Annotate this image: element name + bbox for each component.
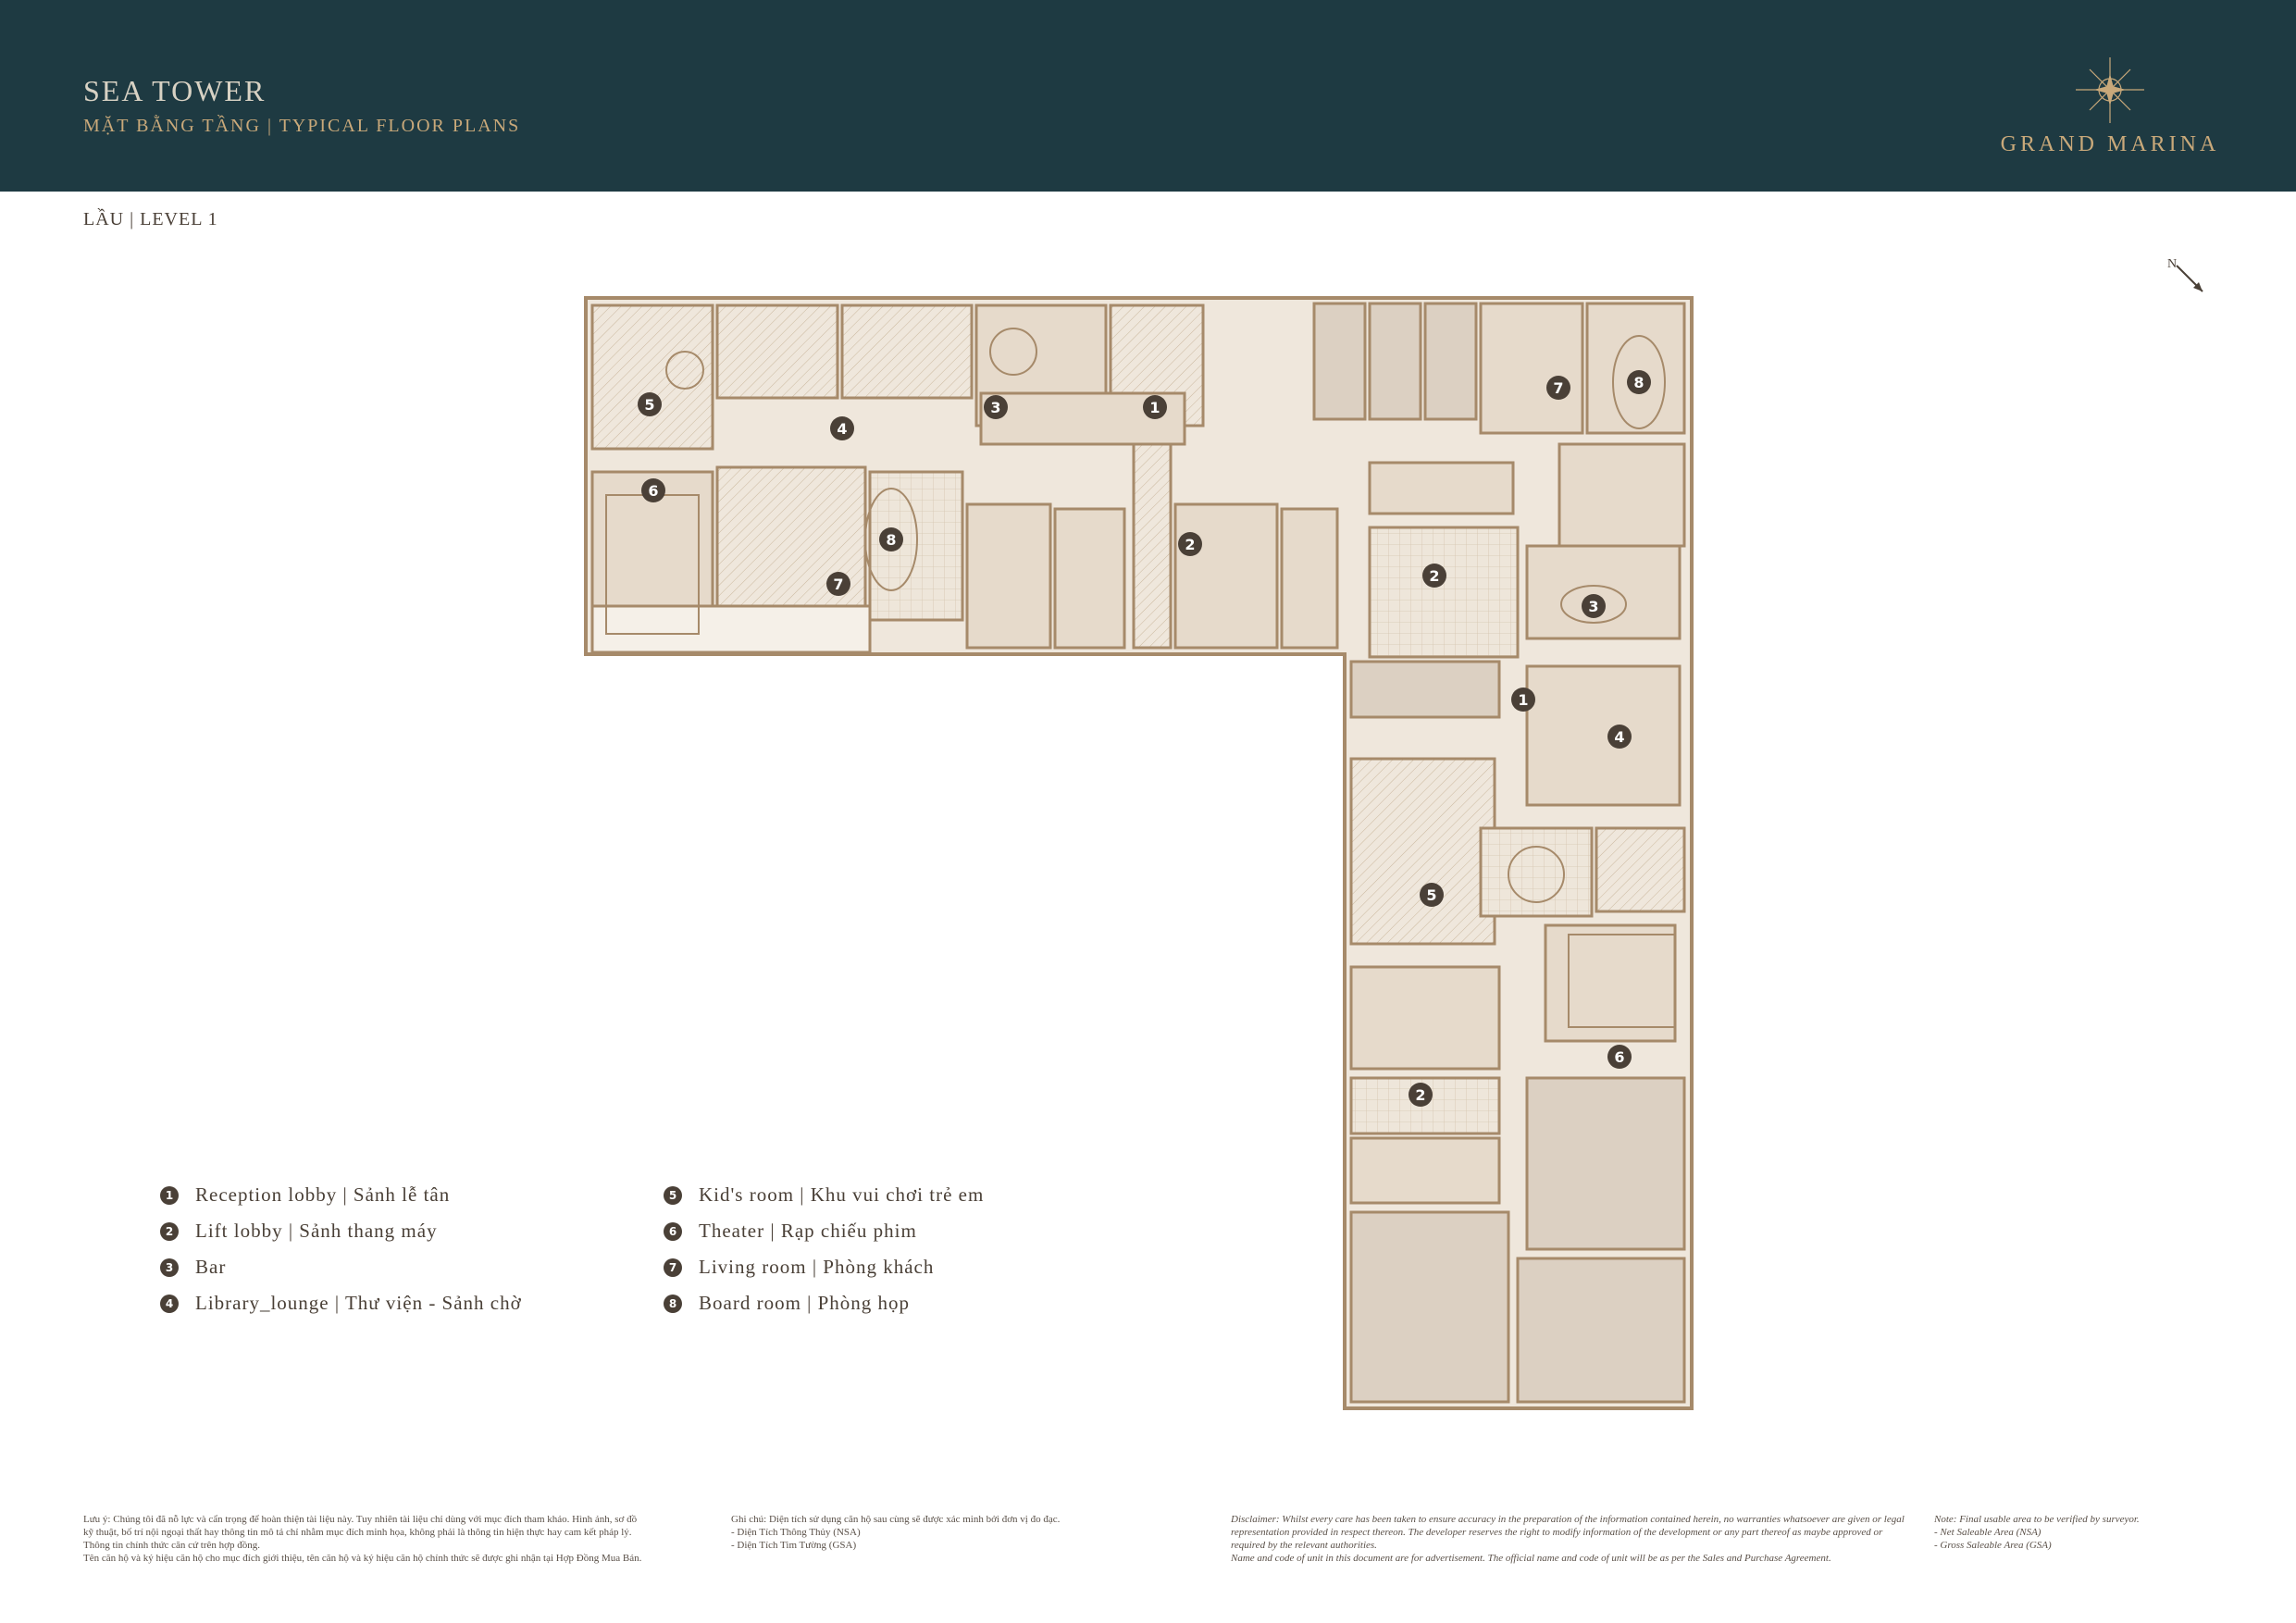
en-area-note: Note: Final usable area to be verified b… (1934, 1513, 2140, 1552)
note-line: Name and code of unit in this document a… (1231, 1553, 1831, 1564)
legend-label: Kid's room | Khu vui chơi trẻ em (699, 1183, 985, 1206)
svg-text:2: 2 (1415, 1086, 1425, 1104)
marker-5-top: 5 (638, 392, 662, 416)
marker-2-bottom: 2 (1409, 1083, 1433, 1107)
page-title: SEA TOWER (83, 74, 267, 107)
svg-text:1: 1 (1149, 399, 1160, 416)
svg-text:7: 7 (1553, 379, 1563, 397)
note-line: Ghi chú: Diện tích sử dụng căn hộ sau cù… (731, 1514, 1061, 1525)
marker-8-top: 8 (879, 527, 903, 551)
svg-text:2: 2 (1429, 567, 1439, 585)
compass-logo-icon (2076, 57, 2144, 123)
svg-text:3: 3 (990, 399, 1000, 416)
legend-number: 6 (664, 1221, 682, 1241)
note-line: - Gross Saleable Area (GSA) (1934, 1540, 2052, 1551)
legend-number: 5 (664, 1185, 682, 1205)
legend-item: 6 Theater | Rạp chiếu phim (664, 1213, 984, 1249)
note-line: - Net Saleable Area (NSA) (1934, 1527, 2042, 1538)
note-line: Note: Final usable area to be verified b… (1934, 1514, 2140, 1525)
page-subtitle: MẶT BẰNG TẦNG | TYPICAL FLOOR PLANS (83, 116, 521, 136)
svg-text:1: 1 (1518, 691, 1528, 709)
level-label: LẦU | LEVEL 1 (83, 209, 218, 229)
legend-label: Living room | Phòng khách (699, 1256, 935, 1278)
note-line: representation provided in respect there… (1231, 1527, 1883, 1538)
legend-number: 3 (160, 1258, 179, 1277)
legend-item: 7 Living room | Phòng khách (664, 1249, 984, 1285)
svg-text:6: 6 (648, 482, 658, 500)
svg-text:2: 2 (1185, 536, 1195, 553)
marker-1-right: 1 (1511, 688, 1535, 712)
marker-1-top: 1 (1143, 395, 1167, 419)
vn-area-note: Ghi chú: Diện tích sử dụng căn hộ sau cù… (731, 1513, 1060, 1552)
note-line: - Diện Tích Thông Thủy (NSA) (731, 1527, 861, 1538)
vn-disclaimer-note: Lưu ý: Chúng tôi đã nỗ lực và cẩn trọng … (83, 1513, 641, 1565)
svg-text:4: 4 (1614, 728, 1624, 746)
legend-item: 5 Kid's room | Khu vui chơi trẻ em (664, 1177, 984, 1213)
svg-text:5: 5 (644, 396, 654, 414)
marker-5-right: 5 (1420, 883, 1444, 907)
marker-8-right: 8 (1627, 370, 1651, 394)
legend-label: Library_lounge | Thư viện - Sảnh chờ (195, 1292, 522, 1314)
note-line: Thông tin chính thức căn cứ trên hợp đồn… (83, 1540, 260, 1551)
marker-6-top: 6 (641, 478, 665, 502)
legend-number: 2 (160, 1221, 179, 1241)
north-arrow-icon: N (2167, 257, 2203, 292)
legend-number: 7 (664, 1258, 682, 1277)
note-line: Tên căn hộ và ký hiệu căn hộ cho mục đíc… (83, 1553, 642, 1564)
marker-4-top: 4 (830, 416, 854, 440)
svg-text:3: 3 (1588, 598, 1598, 615)
marker-6-right: 6 (1607, 1045, 1632, 1069)
legend-left: 1 Reception lobby | Sảnh lễ tân 2 Lift lob… (160, 1177, 522, 1321)
brand-block: GRAND MARINA (1971, 56, 2249, 167)
marker-2-top: 2 (1178, 532, 1202, 556)
svg-text:8: 8 (886, 531, 896, 549)
legend-item: 1 Reception lobby | Sảnh lễ tân (160, 1177, 522, 1213)
legend-right: 5 Kid's room | Khu vui chơi trẻ em 6 Theat… (664, 1177, 984, 1321)
note-line: - Diện Tích Tim Tường (GSA) (731, 1540, 857, 1551)
note-line: required by the relevant authorities. (1231, 1540, 1377, 1551)
svg-text:6: 6 (1614, 1048, 1624, 1066)
legend-label: Board room | Phòng họp (699, 1292, 911, 1314)
note-line: Disclaimer: Whilst every care has been t… (1231, 1514, 1905, 1525)
legend-number: 8 (664, 1294, 682, 1313)
legend-number: 4 (160, 1294, 179, 1313)
marker-7-top: 7 (826, 572, 850, 596)
legend-item: 8 Board room | Phòng họp (664, 1285, 984, 1321)
marker-4-right: 4 (1607, 725, 1632, 749)
svg-text:5: 5 (1426, 886, 1436, 904)
legend-number: 1 (160, 1185, 179, 1205)
svg-text:7: 7 (833, 576, 843, 593)
legend-label: Theater | Rạp chiếu phim (699, 1220, 917, 1242)
header-banner: SEA TOWER MẶT BẰNG TẦNG | TYPICAL FLOOR … (0, 0, 2296, 192)
brand-name: GRAND MARINA (2000, 132, 2220, 156)
legend-item: 4 Library_lounge | Thư viện - Sảnh chờ (160, 1285, 522, 1321)
legend-label: Bar (195, 1256, 227, 1278)
note-line: Lưu ý: Chúng tôi đã nỗ lực và cẩn trọng … (83, 1514, 638, 1525)
marker-3-right: 3 (1582, 594, 1606, 618)
legend-label: Reception lobby | Sảnh lễ tân (195, 1183, 451, 1206)
legend-item: 3 Bar (160, 1249, 522, 1285)
svg-text:4: 4 (837, 420, 847, 438)
marker-2-mid: 2 (1422, 564, 1446, 588)
marker-3-top: 3 (984, 395, 1008, 419)
svg-text:8: 8 (1633, 374, 1644, 391)
en-disclaimer-note: Disclaimer: Whilst every care has been t… (1231, 1513, 1905, 1565)
marker-7-right: 7 (1546, 376, 1570, 400)
north-label: N (2167, 257, 2177, 271)
legend-item: 2 Lift lobby | Sảnh thang máy (160, 1213, 522, 1249)
legend-label: Lift lobby | Sảnh thang máy (195, 1220, 438, 1242)
note-line: kỹ thuật, bố trí nội ngoại thất hay thôn… (83, 1527, 632, 1538)
